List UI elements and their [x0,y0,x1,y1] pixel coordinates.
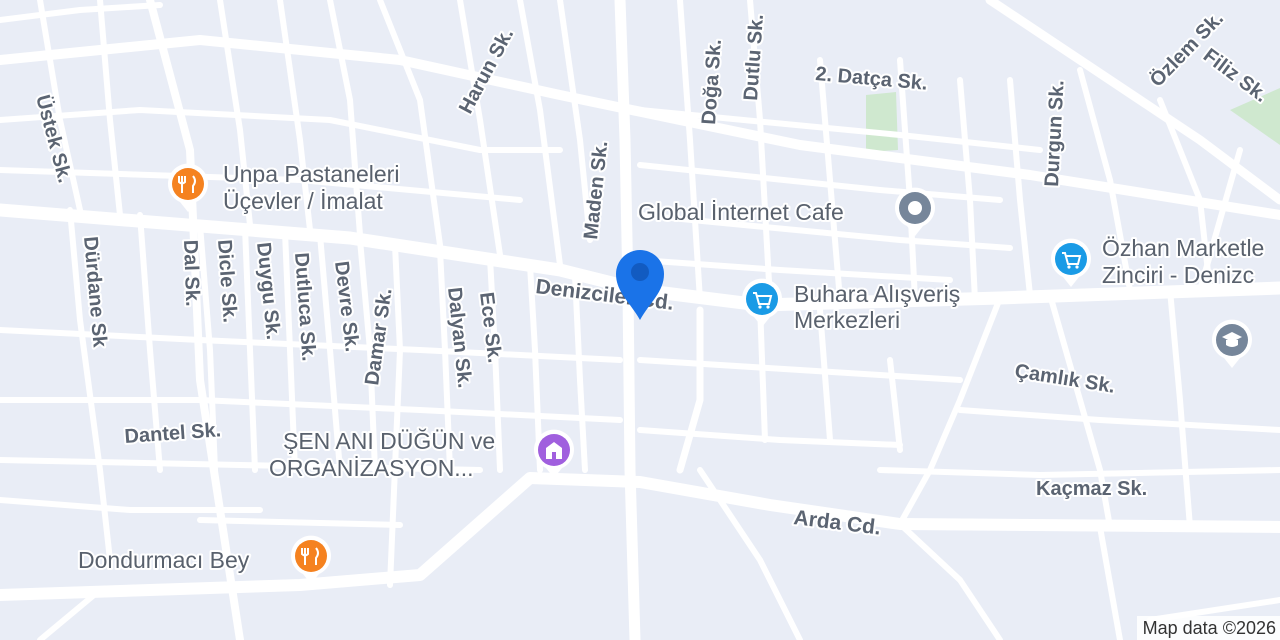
poi-label-buhara-line2: Merkezleri [794,307,900,333]
poi-label-global: Global İnternet Cafe [638,199,844,225]
map-canvas[interactable]: Denizciler Cd. Arda Cd. Üstek Sk. Dürdan… [0,0,1280,640]
poi-label-unpa-line2: Üçevler / İmalat [223,188,383,214]
poi-label-dondurmaci: Dondurmacı Bey [78,547,250,573]
poi-label-buhara-line1: Buhara Alışveriş [794,281,960,307]
street-label-dal: Dal Sk. [179,239,203,306]
poi-label-sen-line1: ŞEN ANI DÜĞÜN ve [283,428,495,454]
map-attribution: Map data ©2026 [1136,616,1280,640]
street-label-kacmaz: Kaçmaz Sk. [1036,478,1147,500]
poi-label-sen-line2: ORGANİZASYON... [269,455,473,481]
poi-label-ozhan-line2: Zinciri - Denizc [1102,262,1254,288]
poi-label-unpa-line1: Unpa Pastaneleri [223,161,399,187]
poi-label-ozhan-line1: Özhan Marketle [1102,235,1264,261]
